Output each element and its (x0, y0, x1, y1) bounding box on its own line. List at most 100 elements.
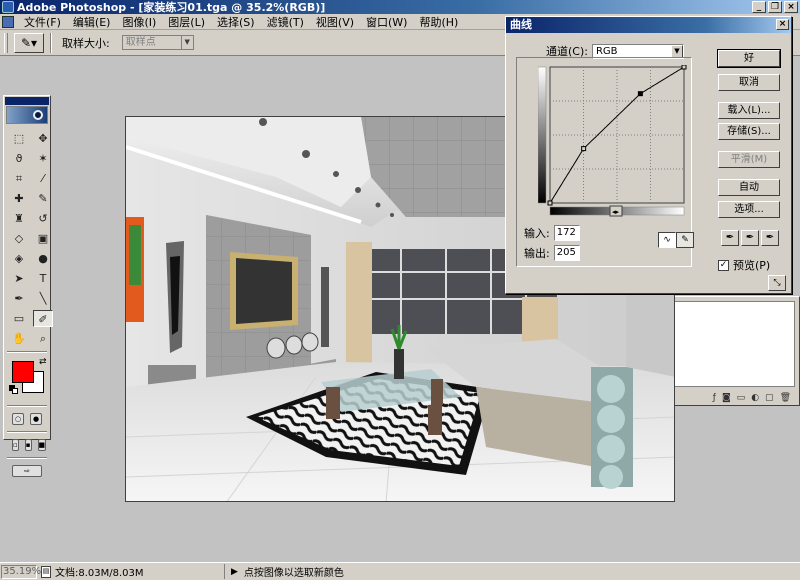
adjustment-layer-icon[interactable]: ◐ (751, 393, 759, 403)
standard-screen-icon[interactable]: ▫ (12, 439, 19, 451)
screen-mode-row: ▫ ▪ ■ (4, 437, 50, 453)
options-separator (50, 32, 52, 53)
options-bar-grip[interactable] (4, 32, 8, 53)
auto-button[interactable]: 自动 (718, 179, 780, 196)
status-bar: 35.19% ▤ 文档:8.03M/8.03M ▶ 点按图像以选取新颜色 (0, 562, 800, 580)
menu-help[interactable]: 帮助(H) (413, 14, 464, 30)
swap-colors-icon[interactable]: ⇄ (39, 357, 47, 367)
minimize-button[interactable]: _ (752, 1, 766, 13)
brush-tool-icon[interactable]: ✎ (33, 190, 53, 207)
input-label: 输入: (524, 227, 550, 240)
layer-style-icon[interactable]: ƒ (713, 393, 716, 403)
title-bar: Adobe Photoshop - [家装练习01.tga @ 35.2%(RG… (0, 0, 800, 14)
pen-tool-icon[interactable]: ✒ (9, 290, 29, 307)
magic-wand-tool-icon[interactable]: ✶ (33, 150, 53, 167)
dialog-close-button[interactable]: × (776, 19, 789, 30)
input-field[interactable]: 172 (553, 225, 580, 241)
toolbox-title-bar[interactable] (5, 97, 49, 105)
document-size[interactable]: 文档:8.03M/8.03M (55, 564, 225, 579)
zoom-tool-icon[interactable]: ⌕ (33, 330, 53, 347)
output-row: 输出: 205 (524, 245, 580, 261)
foreground-color-swatch[interactable] (12, 361, 34, 383)
full-screen-icon[interactable]: ■ (37, 439, 47, 451)
load-button[interactable]: 载入(L)... (718, 102, 780, 119)
healing-brush-tool-icon[interactable]: ✚ (9, 190, 29, 207)
save-button[interactable]: 存储(S)... (718, 123, 780, 140)
menu-image[interactable]: 图像(I) (116, 14, 162, 30)
output-field[interactable]: 205 (553, 245, 580, 261)
expand-dialog-icon[interactable]: ⤡ (768, 275, 786, 291)
menu-layer[interactable]: 图层(L) (162, 14, 211, 30)
path-selection-tool-icon[interactable]: ➤ (9, 270, 29, 287)
input-row: 输入: 172 (524, 225, 580, 241)
adobe-online-logo[interactable] (6, 106, 48, 124)
slice-tool-icon[interactable]: ⁄ (33, 170, 53, 187)
smooth-button[interactable]: 平滑(M) (718, 151, 780, 168)
document-icon: ▤ (41, 565, 51, 578)
menu-edit[interactable]: 编辑(E) (67, 14, 117, 30)
eraser-tool-icon[interactable]: ◇ (9, 230, 29, 247)
photoshop-app-icon[interactable] (2, 1, 14, 13)
layer-mask-icon[interactable]: ◙ (722, 393, 731, 403)
jump-to-imageready-icon[interactable]: ⇨ (12, 465, 42, 477)
zoom-level-field[interactable]: 35.19% (1, 564, 41, 579)
toolbox-separator (7, 457, 47, 459)
full-screen-menu-icon[interactable]: ▪ (24, 439, 32, 451)
lasso-tool-icon[interactable]: ϑ (9, 150, 29, 167)
channel-value: RGB (595, 45, 618, 57)
curve-point[interactable] (581, 146, 587, 152)
gray-point-eyedropper-icon[interactable]: ✒ (741, 230, 759, 246)
curves-dialog-title: 曲线 (510, 18, 532, 31)
restore-button[interactable]: ❐ (768, 1, 782, 13)
curves-dialog-title-bar[interactable]: 曲线 × (506, 17, 791, 33)
white-point-eyedropper-icon[interactable]: ✒ (761, 230, 779, 246)
dodge-tool-icon[interactable]: ● (33, 250, 53, 267)
status-menu-arrow-icon[interactable]: ▶ (231, 567, 238, 577)
default-colors-icon[interactable] (9, 385, 18, 394)
standard-mode-icon[interactable]: ○ (12, 413, 24, 425)
chevron-down-icon: ▼ (180, 36, 193, 49)
menu-filter[interactable]: 滤镜(T) (261, 14, 310, 30)
curve-graph[interactable]: ◂▸ (538, 65, 688, 223)
pencil-mode-icon[interactable]: ✎ (676, 232, 694, 248)
menu-select[interactable]: 选择(S) (211, 14, 261, 30)
menu-window[interactable]: 窗口(W) (360, 14, 413, 30)
menu-file[interactable]: 文件(F) (18, 14, 67, 30)
history-brush-tool-icon[interactable]: ↺ (33, 210, 53, 227)
eyedropper-group: ✒ ✒ ✒ (721, 230, 779, 246)
hand-tool-icon[interactable]: ✋ (9, 330, 29, 347)
crop-tool-icon[interactable]: ⌗ (9, 170, 29, 187)
clone-stamp-tool-icon[interactable]: ♜ (9, 210, 29, 227)
quick-mask-mode-icon[interactable]: ● (30, 413, 42, 425)
chevron-down-icon: ▼ (670, 44, 683, 58)
new-layer-icon[interactable]: ▢ (765, 393, 774, 403)
notes-tool-icon[interactable]: ▭ (9, 310, 29, 327)
curve-mode-icon[interactable]: ∿ (658, 232, 676, 248)
menu-view[interactable]: 视图(V) (310, 14, 360, 30)
sample-size-select[interactable]: 取样点 ▼ (121, 35, 194, 50)
type-tool-icon[interactable]: T (33, 270, 53, 287)
move-tool-icon[interactable]: ✥ (33, 130, 53, 147)
eyedropper-tool-icon[interactable]: ✐ (33, 310, 53, 327)
curve-point[interactable] (547, 200, 553, 206)
window-controls: _ ❐ × (752, 1, 798, 13)
gradient-tool-icon[interactable]: ▣ (33, 230, 53, 247)
tool-preset-picker[interactable]: ✎▾ (14, 32, 44, 53)
status-hint: 点按图像以选取新颜色 (243, 568, 344, 579)
black-point-eyedropper-icon[interactable]: ✒ (721, 230, 739, 246)
blur-tool-icon[interactable]: ◈ (9, 250, 29, 267)
close-button[interactable]: × (784, 1, 798, 13)
curve-point[interactable] (681, 65, 687, 70)
preview-checkbox[interactable]: ✓ (718, 259, 729, 271)
marquee-tool-icon[interactable]: ⬚ (9, 130, 29, 147)
new-set-icon[interactable]: ▭ (737, 393, 746, 403)
cancel-button[interactable]: 取消 (718, 74, 780, 91)
jump-to-row: ⇨ (4, 463, 50, 479)
trash-icon[interactable]: 🗑 (780, 393, 791, 403)
ok-button[interactable]: 好 (717, 49, 781, 68)
line-tool-icon[interactable]: ╲ (33, 290, 53, 307)
curve-mode-toggle: ∿ ✎ (658, 232, 694, 248)
options-button[interactable]: 选项... (718, 201, 780, 218)
curve-point[interactable] (637, 91, 643, 97)
document-menu-icon[interactable] (2, 15, 14, 28)
